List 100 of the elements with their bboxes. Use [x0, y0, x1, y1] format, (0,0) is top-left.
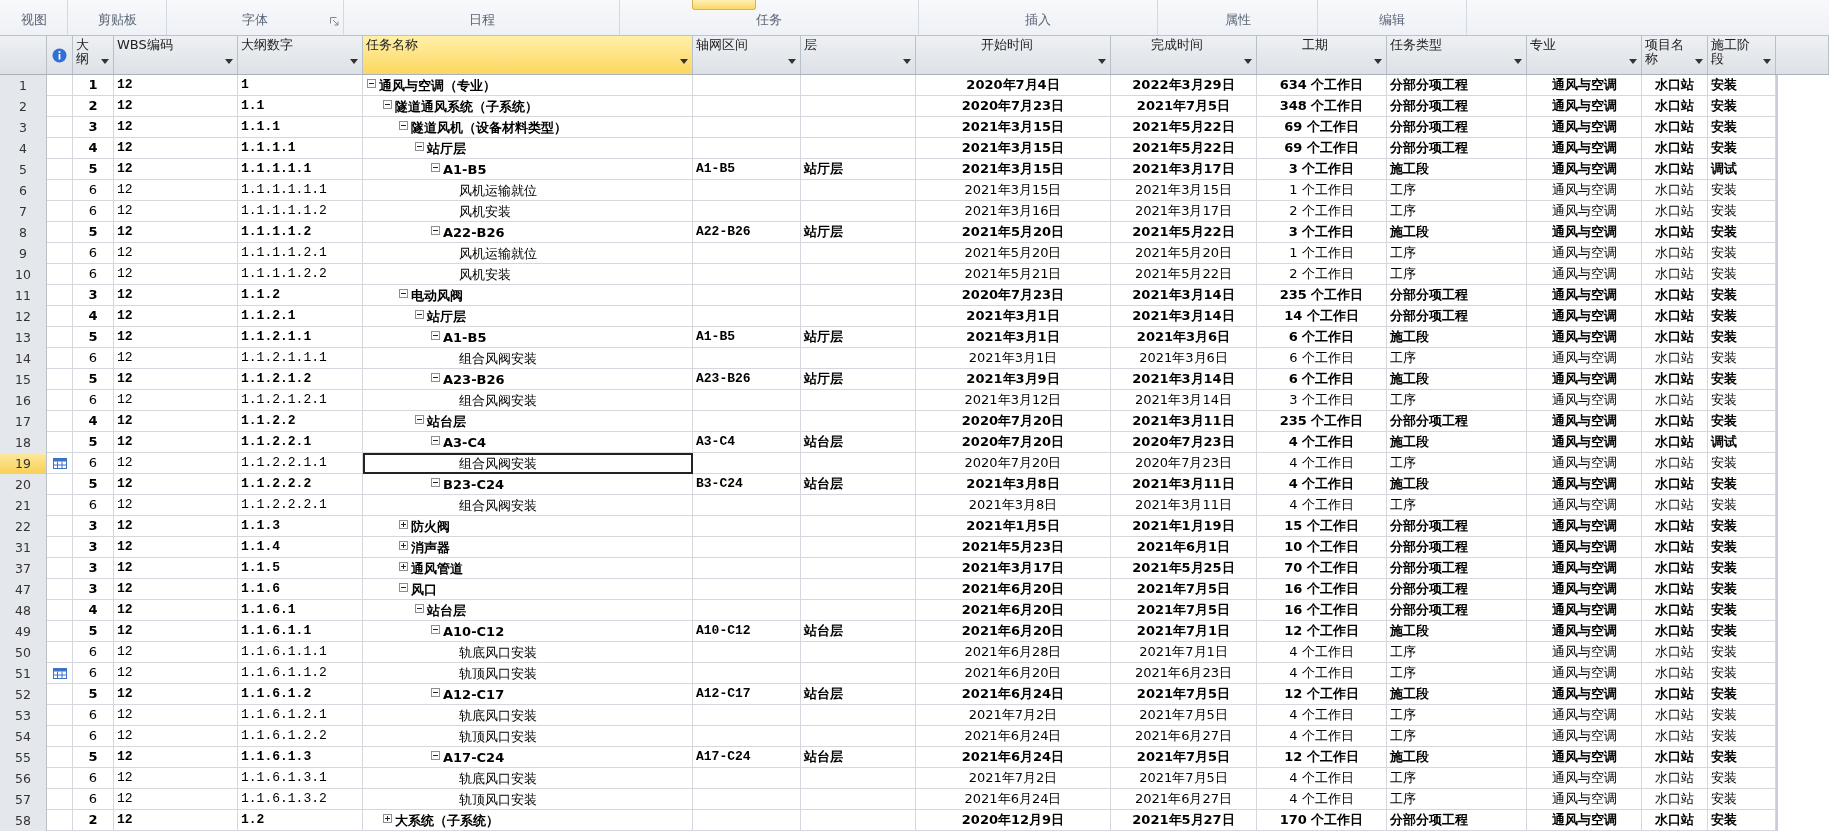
collapse-icon[interactable] — [431, 436, 440, 445]
row-number[interactable]: 54 — [0, 726, 47, 747]
row-number[interactable]: 16 — [0, 390, 47, 411]
row-number[interactable]: 15 — [0, 369, 47, 390]
row-number[interactable]: 13 — [0, 327, 47, 348]
collapse-icon[interactable] — [431, 373, 440, 382]
caret-icon[interactable] — [1244, 59, 1252, 64]
task-name-cell[interactable]: 隧道风机（设备材料类型） — [363, 117, 693, 138]
row-number[interactable]: 19 — [0, 453, 47, 474]
row-number[interactable]: 51 — [0, 663, 47, 684]
collapse-icon[interactable] — [415, 310, 424, 319]
caret-icon[interactable] — [101, 59, 109, 64]
collapse-icon[interactable] — [367, 79, 376, 88]
row-number[interactable]: 47 — [0, 579, 47, 600]
task-name-cell[interactable]: 站台层 — [363, 411, 693, 432]
collapse-icon[interactable] — [399, 289, 408, 298]
row-number[interactable]: 50 — [0, 642, 47, 663]
task-name-cell[interactable]: 风口 — [363, 579, 693, 600]
caret-icon[interactable] — [903, 59, 911, 64]
caret-icon[interactable] — [788, 59, 796, 64]
column-header[interactable]: 轴网区间 — [693, 36, 801, 74]
task-name-cell[interactable]: A23-B26 — [363, 369, 693, 390]
dialog-launcher-icon[interactable] — [330, 17, 339, 26]
task-name-cell[interactable]: 组合风阀安装 — [363, 390, 693, 411]
task-name-cell[interactable]: 站台层 — [363, 600, 693, 621]
task-name-cell[interactable]: 通风管道 — [363, 558, 693, 579]
row-number[interactable]: 20 — [0, 474, 47, 495]
task-name-cell[interactable]: 组合风阀安装 — [363, 348, 693, 369]
task-name-cell[interactable]: A1-B5 — [363, 159, 693, 180]
collapse-icon[interactable] — [431, 688, 440, 697]
task-name-cell[interactable]: 轨顶风口安装 — [363, 789, 693, 810]
task-name-cell[interactable]: 防火阀 — [363, 516, 693, 537]
expand-icon[interactable] — [399, 562, 408, 571]
expand-icon[interactable] — [399, 541, 408, 550]
expand-icon[interactable] — [383, 814, 392, 823]
collapse-icon[interactable] — [431, 226, 440, 235]
collapse-icon[interactable] — [399, 583, 408, 592]
task-name-cell[interactable]: 电动风阀 — [363, 285, 693, 306]
column-header[interactable]: 完成时间 — [1111, 36, 1257, 74]
row-number[interactable]: 22 — [0, 516, 47, 537]
column-header[interactable]: 项目名称 — [1642, 36, 1708, 74]
row-number[interactable]: 3 — [0, 117, 47, 138]
task-name-cell[interactable]: 组合风阀安装 — [363, 453, 693, 474]
task-name-cell[interactable]: 风机安装 — [363, 264, 693, 285]
task-name-cell[interactable]: 站厅层 — [363, 138, 693, 159]
row-number[interactable]: 18 — [0, 432, 47, 453]
caret-icon[interactable] — [680, 59, 688, 64]
task-name-cell[interactable]: 轨顶风口安装 — [363, 726, 693, 747]
task-name-cell[interactable]: 站厅层 — [363, 306, 693, 327]
row-number[interactable]: 11 — [0, 285, 47, 306]
row-number[interactable]: 2 — [0, 96, 47, 117]
row-number[interactable]: 12 — [0, 306, 47, 327]
row-number[interactable]: 9 — [0, 243, 47, 264]
task-name-cell[interactable]: A3-C4 — [363, 432, 693, 453]
caret-icon[interactable] — [1629, 59, 1637, 64]
row-number[interactable]: 8 — [0, 222, 47, 243]
collapse-icon[interactable] — [415, 415, 424, 424]
column-header[interactable]: 大纲 — [73, 36, 114, 74]
task-name-cell[interactable]: A10-C12 — [363, 621, 693, 642]
task-name-cell[interactable]: 轨底风口安装 — [363, 705, 693, 726]
caret-icon[interactable] — [350, 59, 358, 64]
column-header[interactable]: 任务名称 — [363, 36, 693, 74]
caret-icon[interactable] — [1098, 59, 1106, 64]
row-number[interactable]: 6 — [0, 180, 47, 201]
column-header[interactable] — [47, 36, 73, 74]
task-name-cell[interactable]: 风机运输就位 — [363, 180, 693, 201]
collapse-icon[interactable] — [415, 142, 424, 151]
task-name-cell[interactable]: 轨顶风口安装 — [363, 663, 693, 684]
task-name-cell[interactable]: A12-C17 — [363, 684, 693, 705]
task-name-cell[interactable]: A1-B5 — [363, 327, 693, 348]
column-header[interactable]: WBS编码 — [114, 36, 238, 74]
row-number[interactable]: 17 — [0, 411, 47, 432]
task-name-cell[interactable]: 隧道通风系统（子系统） — [363, 96, 693, 117]
caret-icon[interactable] — [1514, 59, 1522, 64]
task-name-cell[interactable]: 消声器 — [363, 537, 693, 558]
row-number[interactable]: 10 — [0, 264, 47, 285]
column-header[interactable]: 专业 — [1527, 36, 1642, 74]
task-name-cell[interactable]: 风机运输就位 — [363, 243, 693, 264]
row-number[interactable]: 31 — [0, 537, 47, 558]
column-header[interactable]: 大纲数字 — [238, 36, 363, 74]
row-number[interactable]: 14 — [0, 348, 47, 369]
row-number[interactable]: 56 — [0, 768, 47, 789]
row-number[interactable]: 48 — [0, 600, 47, 621]
column-header[interactable]: 施工阶段 — [1708, 36, 1776, 74]
collapse-icon[interactable] — [383, 100, 392, 109]
row-number[interactable]: 58 — [0, 810, 47, 831]
row-number[interactable]: 37 — [0, 558, 47, 579]
collapse-icon[interactable] — [415, 604, 424, 613]
task-name-cell[interactable]: 轨底风口安装 — [363, 768, 693, 789]
caret-icon[interactable] — [1763, 59, 1771, 64]
caret-icon[interactable] — [225, 59, 233, 64]
collapse-icon[interactable] — [431, 625, 440, 634]
column-header[interactable]: 开始时间 — [916, 36, 1111, 74]
row-number[interactable]: 53 — [0, 705, 47, 726]
column-header[interactable]: 层 — [801, 36, 916, 74]
task-name-cell[interactable]: 大系统（子系统） — [363, 810, 693, 831]
task-name-cell[interactable]: 风机安装 — [363, 201, 693, 222]
row-number[interactable]: 52 — [0, 684, 47, 705]
task-name-cell[interactable]: B23-C24 — [363, 474, 693, 495]
task-name-cell[interactable]: 通风与空调（专业） — [363, 75, 693, 96]
